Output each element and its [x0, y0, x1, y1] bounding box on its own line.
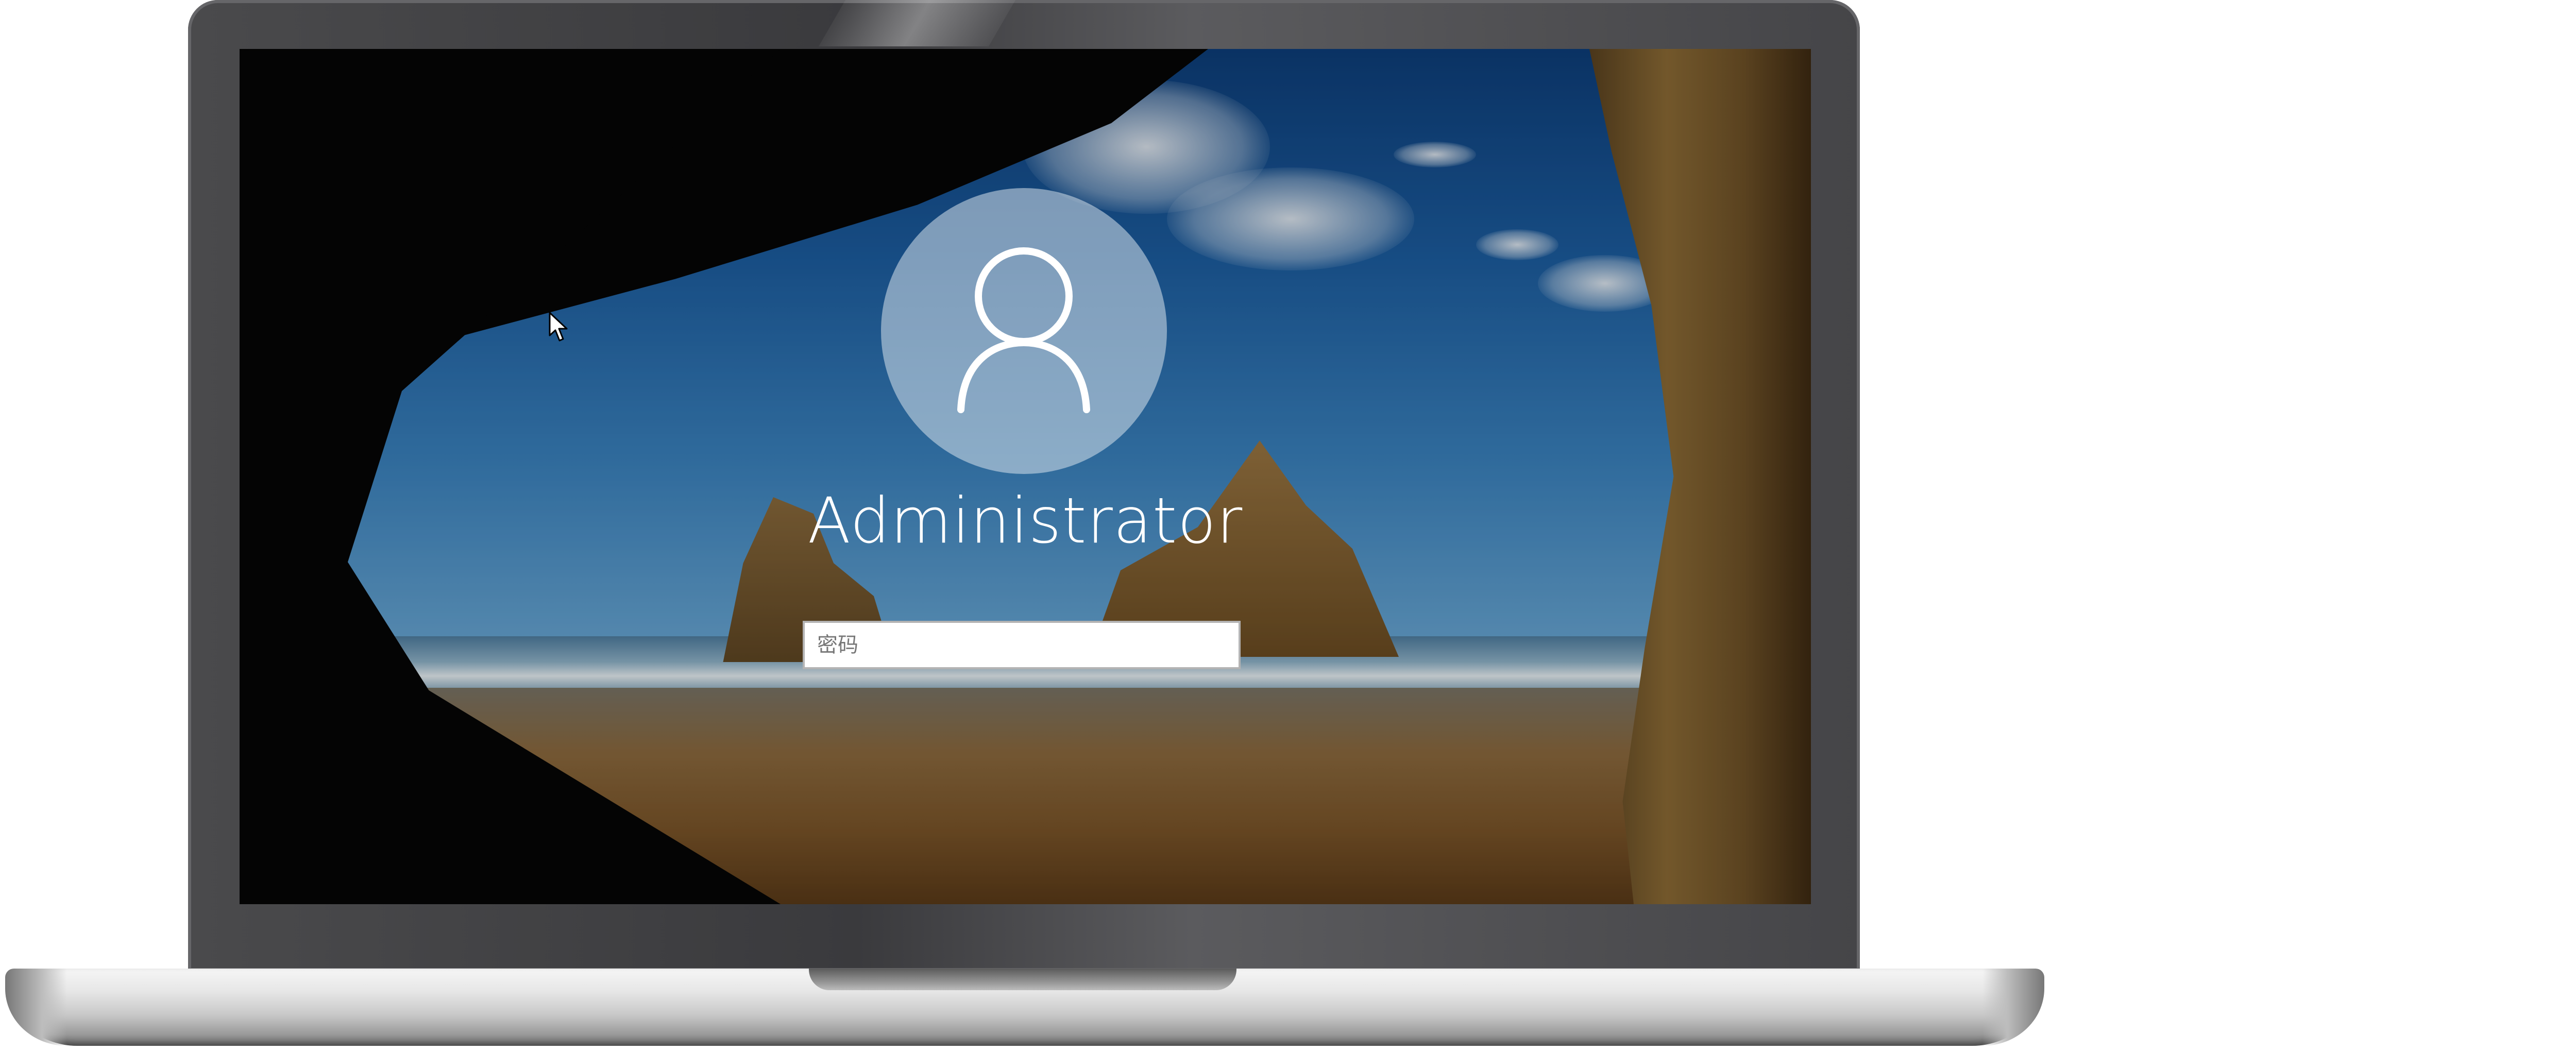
laptop-base-edge-left [5, 969, 67, 1046]
laptop-opening-notch [809, 969, 1236, 990]
password-input[interactable] [816, 624, 1227, 666]
screen-dim-overlay [240, 49, 1811, 904]
laptop-base-edge-right [1982, 969, 2044, 1046]
user-avatar [881, 188, 1167, 474]
lid-sheen [819, 0, 1015, 46]
password-field[interactable] [803, 621, 1241, 669]
username-label: Administrator [807, 484, 1243, 557]
background-scene [240, 49, 1811, 904]
mouse-pointer-icon [549, 312, 568, 342]
user-icon [957, 247, 1090, 413]
lock-screen: Administrator [240, 49, 1811, 904]
